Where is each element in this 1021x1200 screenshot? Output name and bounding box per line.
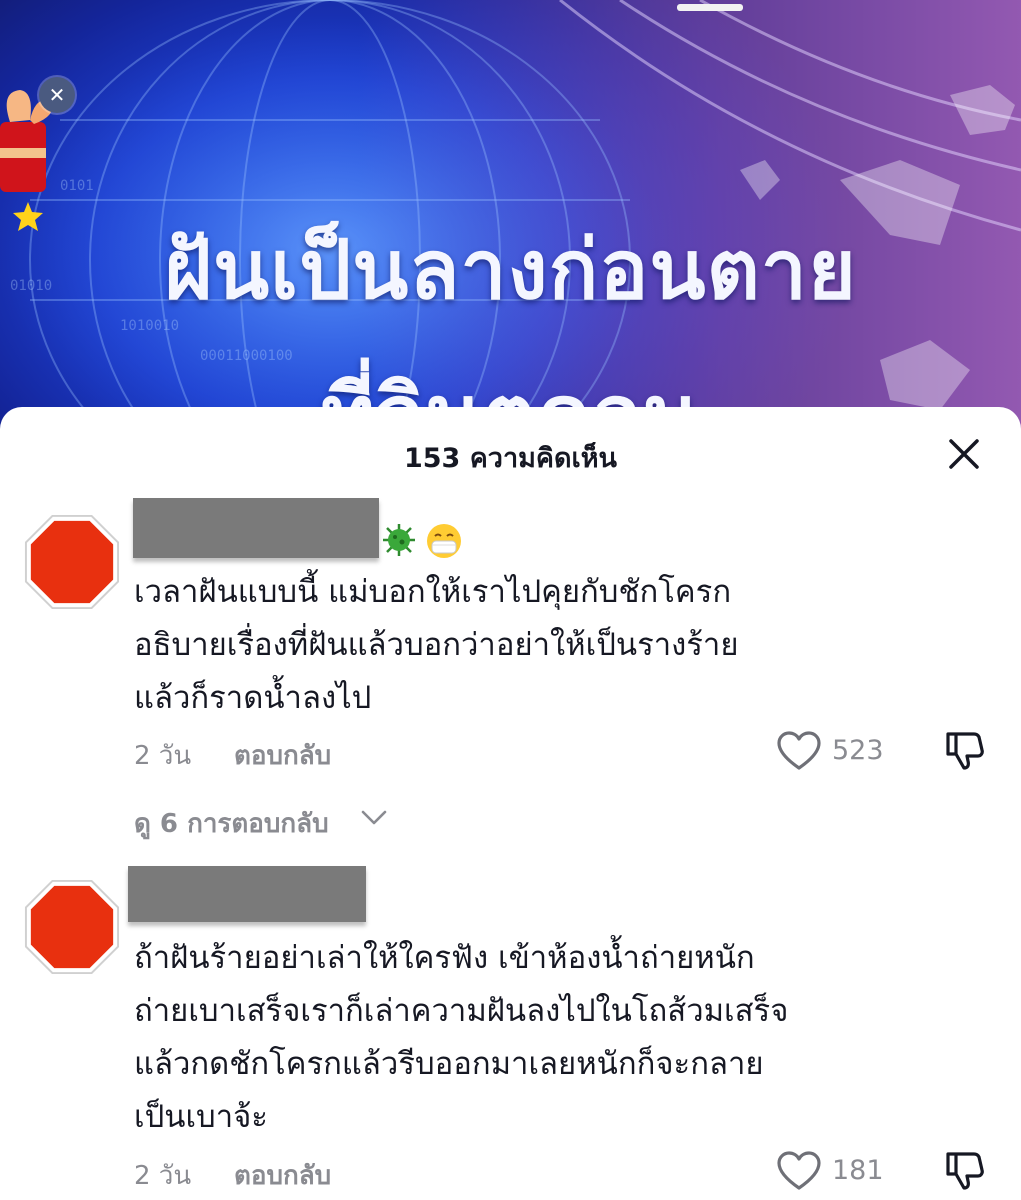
like-count: 523 [832,735,884,766]
comments-count-title: 153 ความคิดเห็น [403,443,618,474]
comment-text-line: ถ่ายเบาเสร็จเราก็เล่าความฝันลงไปในโถส้วม… [134,993,789,1029]
close-icon[interactable]: ✕ [39,77,75,113]
comment-text: เวลาฝันแบบนี้ แม่บอกให้เราไปคุยกับชักโคร… [134,566,739,725]
like-count: 181 [832,1155,884,1186]
comment-text-line: เวลาฝันแบบนี้ แม่บอกให้เราไปคุยกับชักโคร… [134,574,732,610]
mask-face-icon [427,524,461,558]
view-replies-button[interactable]: ดู 6 การตอบกลับ [134,803,329,844]
comment-time: 2 วัน [134,741,192,771]
avatar[interactable] [23,513,121,611]
comment-text-line: เป็นเบาจ้ะ [134,1099,268,1135]
close-sheet-icon[interactable] [944,434,984,474]
author-name-redacted[interactable] [128,866,366,922]
avatar[interactable] [23,878,121,976]
comment-time: 2 วัน [134,1161,192,1191]
reply-button[interactable]: ตอบกลับ [234,1155,331,1196]
video-background[interactable]: 01010 1010010 00011000100 0101 ฝันเป็นลา… [0,0,1021,430]
heart-icon[interactable] [777,1151,821,1191]
comment-text-line: แล้วกดชักโครกแล้วรีบออกมาเลยหนักก็จะกลาย [134,1046,764,1082]
chevron-down-icon[interactable] [360,806,388,828]
reply-button[interactable]: ตอบกลับ [234,735,331,776]
video-headline-line1: ฝันเป็นลางก่อนตาย [164,223,857,318]
virus-icon [383,524,415,556]
thumbs-down-icon[interactable] [944,730,986,772]
comment-text-line: ถ้าฝันร้ายอย่าเล่าให้ใครฟัง เข้าห้องน้ำถ… [134,940,755,976]
comment-text-line: แล้วก็ราดน้ำลงไป [134,680,372,716]
drag-handle[interactable] [677,4,743,11]
author-name-redacted[interactable] [133,498,379,558]
heart-icon[interactable] [777,731,821,771]
thumbs-down-icon[interactable] [944,1150,986,1192]
comment-text: ถ้าฝันร้ายอย่าเล่าให้ใครฟัง เข้าห้องน้ำถ… [134,932,788,1144]
comment-text-line: อธิบายเรื่องที่ฝันแล้วบอกว่าอย่าให้เป็นร… [134,627,739,663]
svg-text:0101: 0101 [60,178,94,194]
